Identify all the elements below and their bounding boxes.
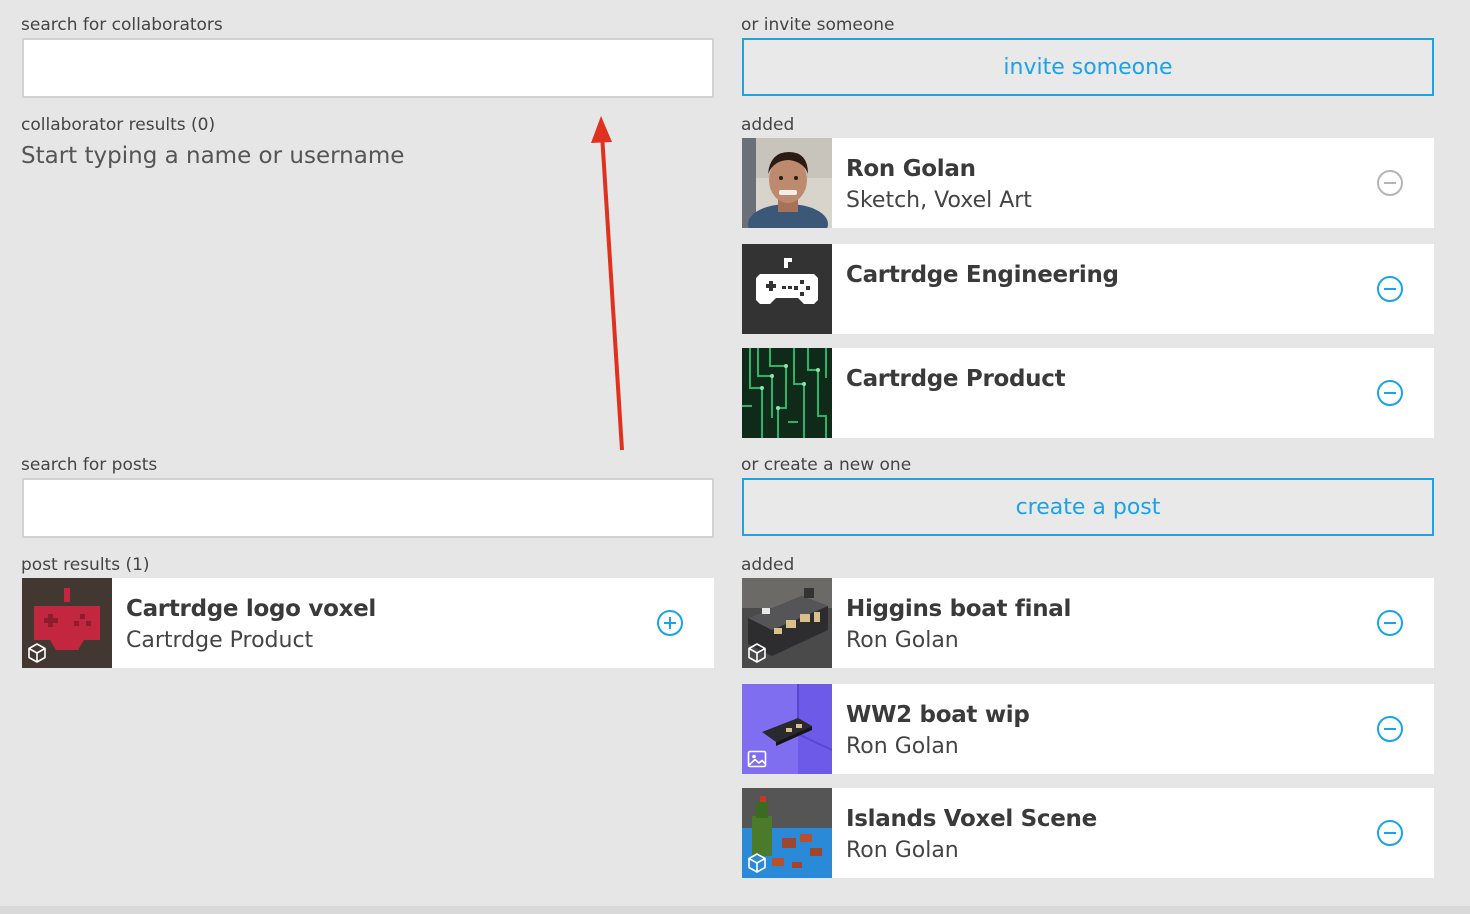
cube-icon <box>748 643 766 663</box>
post-title: Cartrdge logo voxel <box>126 596 376 622</box>
collaborator-card: Ron Golan Sketch, Voxel Art <box>742 138 1434 228</box>
added-collaborators-label: added <box>741 115 795 135</box>
cube-icon <box>28 643 46 663</box>
minus-circle-icon <box>1377 276 1403 302</box>
invite-someone-button[interactable]: invite someone <box>742 38 1434 96</box>
create-post-label: or create a new one <box>741 455 912 475</box>
remove-post-button[interactable] <box>1376 819 1404 847</box>
post-thumbnail <box>742 684 832 774</box>
circuit-board-image <box>742 348 832 438</box>
gamepad-icon <box>742 244 832 334</box>
post-title: Islands Voxel Scene <box>846 806 1097 832</box>
create-post-button-label: create a post <box>1015 494 1161 520</box>
annotation-arrow <box>591 116 624 451</box>
minus-circle-icon <box>1377 716 1403 742</box>
added-post-card: WW2 boat wip Ron Golan <box>742 684 1434 774</box>
invite-someone-button-label: invite someone <box>1003 54 1173 80</box>
remove-collaborator-button[interactable] <box>1376 379 1404 407</box>
post-search-label: search for posts <box>21 455 158 475</box>
added-post-card: Higgins boat final Ron Golan <box>742 578 1434 668</box>
team-avatar <box>742 244 832 334</box>
team-avatar <box>742 348 832 438</box>
add-post-button[interactable] <box>656 609 684 637</box>
plus-circle-icon <box>657 610 683 636</box>
added-posts-label: added <box>741 555 795 575</box>
collaborator-skills: Sketch, Voxel Art <box>846 188 1032 213</box>
create-post-button[interactable]: create a post <box>742 478 1434 536</box>
collaborator-search-label: search for collaborators <box>21 15 223 35</box>
post-thumbnail <box>742 788 832 878</box>
minus-circle-icon <box>1377 820 1403 846</box>
avatar <box>742 138 832 228</box>
collaborator-card: Cartrdge Engineering <box>742 244 1434 334</box>
post-owner: Ron Golan <box>846 838 959 863</box>
post-owner: Ron Golan <box>846 734 959 759</box>
minus-circle-icon <box>1377 380 1403 406</box>
post-thumbnail <box>22 578 112 668</box>
collaborator-name: Ron Golan <box>846 156 976 182</box>
remove-post-button[interactable] <box>1376 715 1404 743</box>
added-post-card: Islands Voxel Scene Ron Golan <box>742 788 1434 878</box>
collaborator-name: Cartrdge Engineering <box>846 262 1119 288</box>
remove-collaborator-button[interactable] <box>1376 169 1404 197</box>
post-title: Higgins boat final <box>846 596 1072 622</box>
remove-collaborator-button[interactable] <box>1376 275 1404 303</box>
post-owner: Cartrdge Product <box>126 628 314 653</box>
post-search-input[interactable] <box>22 478 714 538</box>
post-title: WW2 boat wip <box>846 702 1030 728</box>
remove-post-button[interactable] <box>1376 609 1404 637</box>
collaborator-card: Cartrdge Product <box>742 348 1434 438</box>
post-result-card: Cartrdge logo voxel Cartrdge Product <box>22 578 714 668</box>
minus-circle-icon <box>1377 610 1403 636</box>
post-thumbnail <box>742 578 832 668</box>
post-results-label: post results (1) <box>21 555 150 575</box>
collaborator-results-label: collaborator results (0) <box>21 115 216 135</box>
image-icon <box>747 750 767 768</box>
collaborator-search-input[interactable] <box>22 38 714 98</box>
bottom-divider <box>0 906 1470 914</box>
cube-icon <box>748 853 766 873</box>
minus-circle-icon <box>1377 170 1403 196</box>
collaborator-name: Cartrdge Product <box>846 366 1066 392</box>
empty-results-hint: Start typing a name or username <box>21 143 405 169</box>
post-owner: Ron Golan <box>846 628 959 653</box>
invite-label: or invite someone <box>741 15 895 35</box>
